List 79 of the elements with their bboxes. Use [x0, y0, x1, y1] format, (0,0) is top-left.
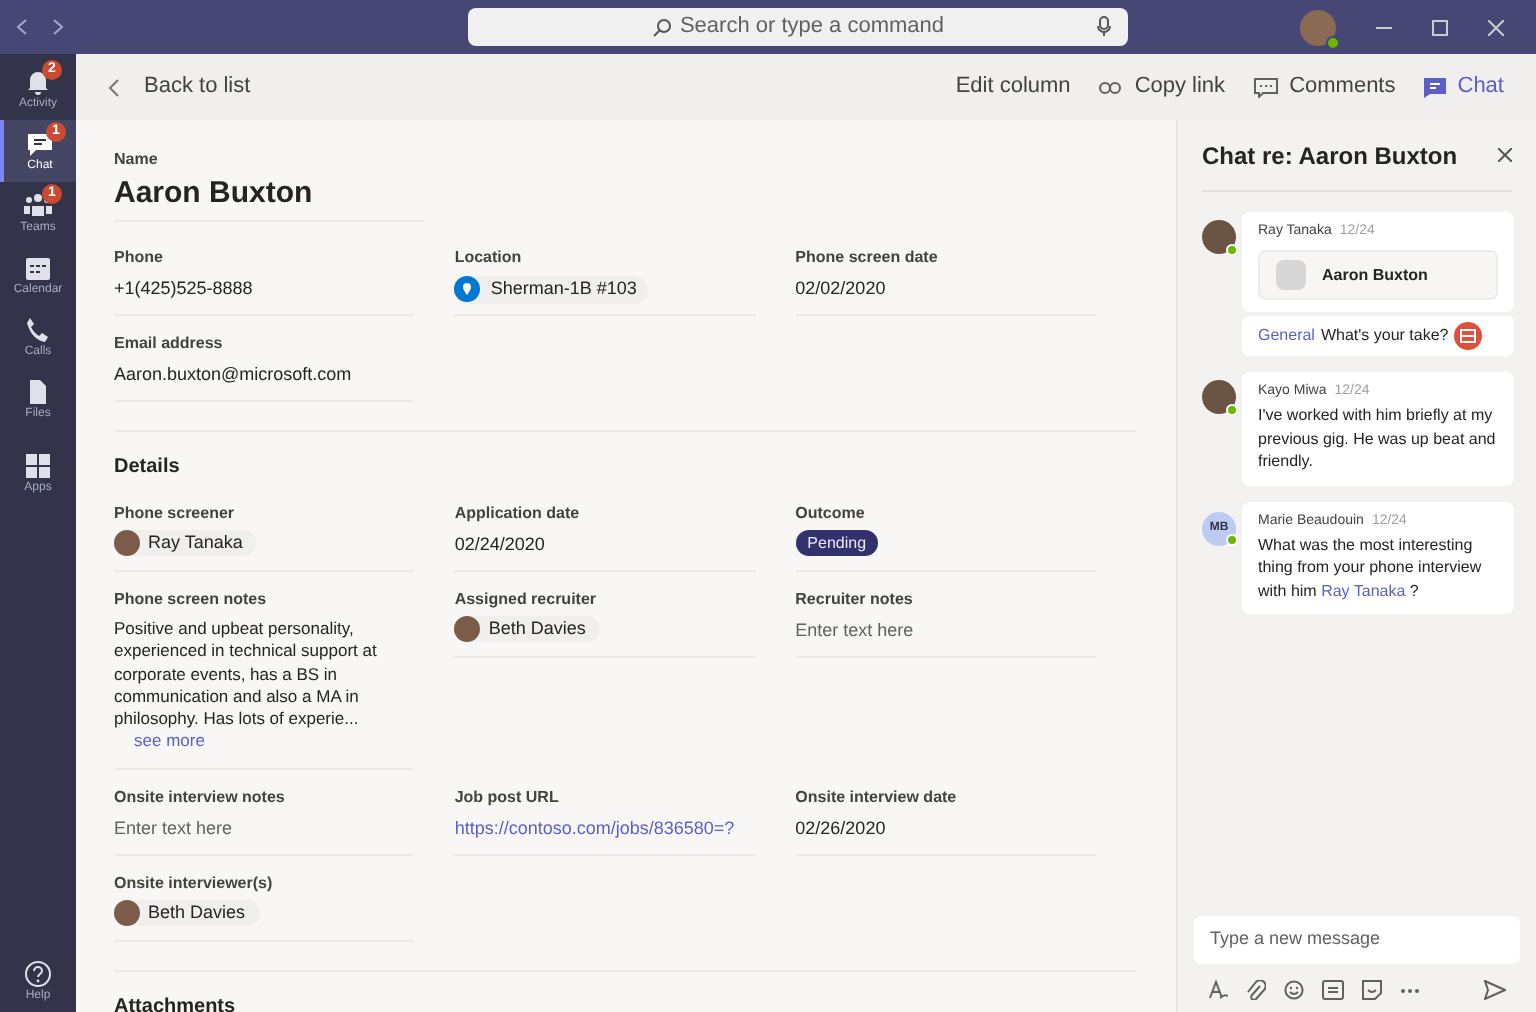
field-value: 02/24/2020: [454, 532, 545, 558]
close-icon[interactable]: [1498, 148, 1512, 162]
notes-text: Positive and upbeat personality, experienced in technical support at corporate events, has a BS in communication and also a MA in philosophy. Has lots of experie... see more: [114, 618, 379, 755]
file-icon: [24, 378, 52, 406]
toolbar-button[interactable]: Copy link: [1098, 70, 1226, 104]
status-badge: Pending: [795, 530, 879, 556]
field-label: Assigned recruiter: [454, 588, 599, 610]
maximize-icon[interactable]: [1432, 19, 1448, 35]
sticker-icon[interactable]: [1362, 980, 1382, 1000]
field-label: Job post URL: [454, 785, 561, 808]
field-placeholder[interactable]: Enter text here: [795, 618, 914, 644]
location-pin-icon: [454, 276, 481, 303]
field-label: Name: [114, 148, 160, 172]
field-value: 02/02/2020: [795, 276, 886, 302]
field-value: 02/26/2020: [795, 815, 886, 842]
user-avatar[interactable]: [1300, 9, 1336, 45]
message-text: I've worked with him briefly at my previous gig. He was up beat and friendly.: [1258, 404, 1498, 473]
thumbnail-placeholder: [1276, 260, 1306, 290]
person-pill: Beth Davies: [454, 616, 600, 642]
phone-icon: [24, 316, 52, 344]
field-label: Email address: [114, 332, 225, 354]
attach-icon[interactable]: [1246, 980, 1266, 1000]
toolbar-button[interactable]: Chat: [1423, 70, 1504, 104]
avatar-photo: [1202, 380, 1236, 414]
back-icon[interactable]: [108, 77, 120, 97]
link-icon: [1098, 77, 1123, 97]
record-name: Aaron Buxton: [114, 174, 424, 222]
field-label: Phone screen notes: [114, 588, 269, 610]
avatar-photo: [114, 530, 140, 556]
help-icon: [24, 960, 52, 988]
avatar-photo: [114, 899, 140, 926]
field-value: +1(425)525-8888: [114, 276, 253, 302]
section-title: Attachments: [114, 993, 238, 1012]
field-placeholder[interactable]: Enter text here: [114, 815, 233, 842]
section-title: Details: [114, 454, 182, 482]
toolbar-button[interactable]: Comments: [1253, 70, 1396, 104]
microphone-icon[interactable]: [1096, 16, 1112, 38]
emoji-icon[interactable]: [1284, 980, 1304, 1000]
location-pill: Sherman-1B #103: [454, 276, 649, 303]
comment-icon: [1253, 77, 1278, 97]
field-label: Onsite interviewer(s): [114, 871, 275, 894]
apps-icon: [24, 452, 52, 480]
field-label: Phone: [114, 246, 165, 268]
more-icon[interactable]: [1400, 987, 1420, 993]
field-label: Recruiter notes: [795, 588, 915, 610]
person-pill: Ray Tanaka: [114, 530, 257, 556]
field-label: Application date: [454, 502, 582, 524]
search-placeholder: Search or type a command: [679, 12, 945, 43]
message-text: What was the most interesting thing from your phone interview with him Ray Tanaka ?: [1258, 533, 1484, 602]
bell-icon: [24, 68, 52, 96]
search-field[interactable]: Search or type a command: [468, 8, 1128, 46]
people-icon: [24, 192, 52, 220]
field-label: Phone screen date: [795, 246, 940, 268]
field-label: Phone screener: [114, 502, 237, 524]
chat-icon: [1423, 77, 1446, 97]
reply-text: What's your take?: [1320, 324, 1449, 348]
channel-link[interactable]: General: [1258, 324, 1315, 348]
field-label: Onsite interview date: [795, 785, 959, 808]
chat-icon: [26, 130, 54, 158]
mention-link[interactable]: Ray Tanaka: [1321, 581, 1406, 599]
back-icon[interactable]: [16, 18, 28, 36]
url-link[interactable]: https://contoso.com/jobs/836580=?: [454, 815, 735, 842]
avatar-photo: [454, 616, 481, 642]
field-label: Onsite interview notes: [114, 785, 287, 808]
format-icon[interactable]: [1208, 980, 1228, 1000]
search-icon: [651, 17, 672, 37]
send-icon[interactable]: [1484, 980, 1506, 1000]
toolbar-button[interactable]: Edit column: [955, 70, 1071, 104]
chat-title: Chat re: Aaron Buxton: [1202, 139, 1458, 173]
forward-icon[interactable]: [52, 18, 64, 36]
see-more-link[interactable]: see more: [134, 730, 205, 751]
message-field[interactable]: Type a new message: [1194, 916, 1520, 964]
field-value: Aaron.buxton@microsoft.com: [114, 362, 352, 388]
back-link[interactable]: Back to list: [144, 70, 251, 104]
field-label: Outcome: [795, 502, 867, 524]
avatar-photo: [1202, 220, 1236, 254]
record-card[interactable]: Aaron Buxton: [1258, 250, 1498, 300]
field-label: Location: [454, 246, 524, 268]
person-pill: Beth Davies: [114, 899, 260, 926]
